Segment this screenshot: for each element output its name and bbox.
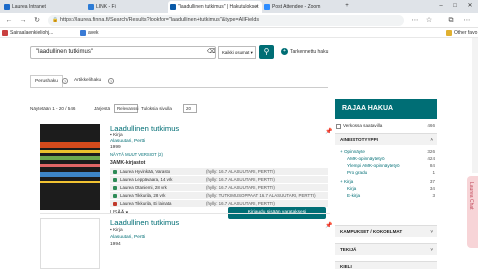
chevron-down-icon: ˅ — [430, 247, 433, 252]
clear-search-icon[interactable]: ⌫ — [207, 48, 215, 55]
bookmarks-bar: Sairaalaenkieliohj... avek Other favo — [0, 28, 478, 38]
chevron-up-icon: ˄ — [430, 137, 433, 142]
close-tab-icon[interactable]: ✕ — [255, 1, 259, 13]
extensions-icon[interactable]: ⋯ — [410, 15, 420, 26]
close-window-icon[interactable]: ✕ — [463, 0, 477, 13]
checkbox-icon — [336, 124, 341, 129]
facet-item[interactable]: Kirja 34 — [335, 186, 437, 191]
url-input[interactable]: 🔒 https://laurea.finna.fi/Search/Results… — [48, 15, 404, 26]
browser-tab[interactable]: Post Attendee - Zoom — [262, 1, 340, 13]
author-link[interactable]: Alasuutari, Pertti — [110, 139, 145, 144]
tab-favicon-icon — [264, 4, 270, 10]
bookmark-icon — [80, 30, 86, 36]
tab-divider — [30, 87, 328, 88]
page-scrollbar[interactable] — [472, 38, 478, 173]
per-page-select[interactable]: 20 — [183, 104, 197, 113]
availability-row: Laurea Leppävaara, 14 vrk (hylly: 16.7 A… — [110, 176, 328, 184]
facet-header-aineistotyyppi[interactable]: AINEISTOTYYPPI ˄ — [335, 133, 437, 145]
help-icon[interactable]: ? — [62, 78, 68, 84]
unavailable-icon — [113, 202, 117, 206]
facet-header-kampukset[interactable]: KAMPUKSET / KOKOELMAT ˅ — [335, 225, 437, 237]
year-label: 1994 — [110, 242, 121, 247]
author-link[interactable]: Alasuutari, Pertti — [110, 235, 145, 240]
chat-button[interactable]: Laurea Chat — [467, 176, 478, 248]
facet-item[interactable]: E-kirja 3 — [335, 193, 437, 198]
search-input[interactable]: "laadullinen tutkimus" — [30, 46, 216, 59]
tab-favicon-icon — [88, 4, 94, 10]
per-page-label: Tuloksia sivulla — [141, 106, 172, 111]
back-icon[interactable]: ← — [4, 15, 14, 26]
available-icon — [113, 170, 117, 174]
search-icon: ⚲ — [263, 47, 270, 56]
tab-favicon-icon — [4, 4, 10, 10]
forward-icon[interactable]: → — [18, 15, 28, 26]
filter-heading: RAJAA HAKUA — [335, 99, 437, 119]
browser-tab[interactable]: Laurea Intranet — [2, 1, 64, 13]
result-item: Laadullinen tutkimus 📌 ▪ Kirja Alasuutar… — [40, 124, 332, 219]
available-icon — [113, 194, 117, 198]
availability-row: Laurea Otaniemi, 28 vrk (hylly: 16.7 ALA… — [110, 184, 328, 192]
menu-icon[interactable]: ⋯ — [462, 15, 472, 26]
new-tab-icon[interactable]: + — [340, 0, 354, 13]
available-icon — [113, 178, 117, 182]
result-title-link[interactable]: Laadullinen tutkimus — [110, 124, 179, 133]
facet-item[interactable]: AMK-opinnäytetyö 424 — [335, 156, 437, 161]
book-cover-placeholder[interactable] — [40, 218, 100, 269]
result-title-link[interactable]: Laadullinen tutkimus — [110, 218, 179, 227]
maximize-icon[interactable]: □ — [448, 0, 462, 13]
facet-item[interactable]: Pro gradu 1 — [335, 170, 437, 175]
chevron-down-icon: ˅ — [430, 229, 433, 234]
pin-icon[interactable]: 📌 — [325, 222, 332, 229]
result-item: Laadullinen tutkimus 📌 ▪ Kirja Alasuutar… — [40, 218, 332, 269]
folder-icon — [446, 30, 452, 36]
facet-item[interactable]: + Kirja 37 — [335, 179, 437, 184]
result-divider — [40, 213, 330, 214]
lock-icon: 🔒 — [52, 17, 59, 23]
sort-select[interactable]: Relevanssi — [114, 104, 138, 113]
search-button[interactable]: ⚲ — [259, 45, 274, 59]
availability-row: Laurea Hyvinkää, Varasto (hylly: 16.7 AL… — [110, 168, 328, 176]
minimize-icon[interactable]: – — [434, 0, 448, 13]
results-count: Näytetään 1 - 20 / 546 — [30, 106, 76, 111]
year-label: 1999 — [110, 145, 121, 150]
address-bar-row: ← → ↻ 🔒 https://laurea.finna.fi/Search/R… — [0, 13, 478, 28]
help-icon[interactable]: ? — [108, 78, 114, 84]
browser-tab-active[interactable]: "laadullinen tutkimus" | Hakutulokset ✕ — [168, 1, 262, 13]
facet-header-kieli[interactable]: KIELI — [335, 261, 437, 269]
browser-tab-bar: Laurea Intranet LINK - Fi "laadullinen t… — [0, 0, 478, 13]
bookmark-item[interactable]: avek — [80, 29, 99, 37]
results-toolbar: Näytetään 1 - 20 / 546 Järjestä Relevans… — [30, 104, 330, 113]
plus-icon: + — [281, 48, 288, 55]
collections-icon[interactable]: ⧉ — [446, 15, 456, 26]
other-versions-link[interactable]: NÄYTÄ MUUT VERSIOT (2) — [110, 152, 163, 157]
facet-item[interactable]: + Opinnäyte 326 — [335, 149, 437, 154]
filter-online-checkbox[interactable]: Verkossa saatavilla 466 — [335, 123, 437, 129]
format-label: ▪ Kirja — [110, 228, 123, 233]
facet-header-tekija[interactable]: TEKIJÄ ˅ — [335, 243, 437, 255]
filter-sidebar: RAJAA HAKUA Verkossa saatavilla 466 AINE… — [335, 99, 437, 269]
facet-item[interactable]: Ylempi AMK-opinnäytetyö 84 — [335, 163, 437, 168]
reload-icon[interactable]: ↻ — [32, 15, 42, 26]
available-icon — [113, 186, 117, 190]
tab-basic-search[interactable]: Perushaku — [30, 75, 63, 87]
bookmark-item[interactable]: Sairaalaenkieliohj... — [2, 29, 53, 37]
format-label: ▪ Kirja — [110, 133, 123, 138]
book-cover-image[interactable] — [40, 124, 100, 210]
bookmark-item[interactable]: Other favo — [446, 29, 477, 37]
tab-article-search[interactable]: Artikkelihaku — [70, 75, 105, 87]
availability-row: Laurea Tikkurila, 28 vrk (hylly: TUTKIMU… — [110, 192, 328, 200]
search-row: "laadullinen tutkimus" ⌫ Kaikki osumat ▾… — [0, 38, 478, 72]
bookmark-icon — [2, 30, 8, 36]
search-type-select[interactable]: Kaikki osumat ▾ — [218, 46, 256, 59]
favorites-icon[interactable]: ☆ — [424, 15, 434, 26]
sort-label: Järjestä — [94, 106, 111, 111]
browser-tab[interactable]: LINK - Fi — [86, 1, 152, 13]
tab-favicon-icon — [170, 4, 176, 10]
library-label: 3AMK-kirjastot — [110, 160, 146, 166]
advanced-search-link[interactable]: + Tarkennettu haku — [281, 48, 328, 55]
pin-icon[interactable]: 📌 — [325, 128, 332, 135]
